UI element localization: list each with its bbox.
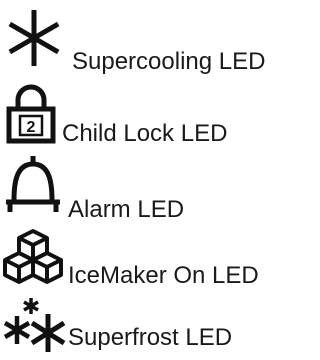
legend-item-superfrost: Superfrost LED [0, 294, 311, 360]
legend-item-icemaker: IceMaker On LED [0, 224, 311, 294]
legend-label-icemaker: IceMaker On LED [68, 262, 259, 289]
padlock-icon: 2 [6, 84, 56, 144]
legend-label-superfrost: Superfrost LED [68, 324, 233, 351]
legend-label-child-lock: Child Lock LED [62, 120, 228, 147]
legend-item-child-lock: 2 Child Lock LED [0, 78, 311, 148]
double-asterisk-icon [3, 298, 66, 352]
legend-item-supercooling: Supercooling LED [0, 0, 311, 78]
asterisk-icon [8, 10, 60, 66]
legend-label-supercooling: Supercooling LED [72, 48, 266, 75]
legend-item-alarm: Alarm LED [0, 148, 311, 224]
svg-text:2: 2 [27, 119, 36, 136]
legend-label-alarm: Alarm LED [68, 196, 185, 223]
bell-icon [6, 156, 60, 212]
ice-cubes-icon [3, 229, 63, 284]
